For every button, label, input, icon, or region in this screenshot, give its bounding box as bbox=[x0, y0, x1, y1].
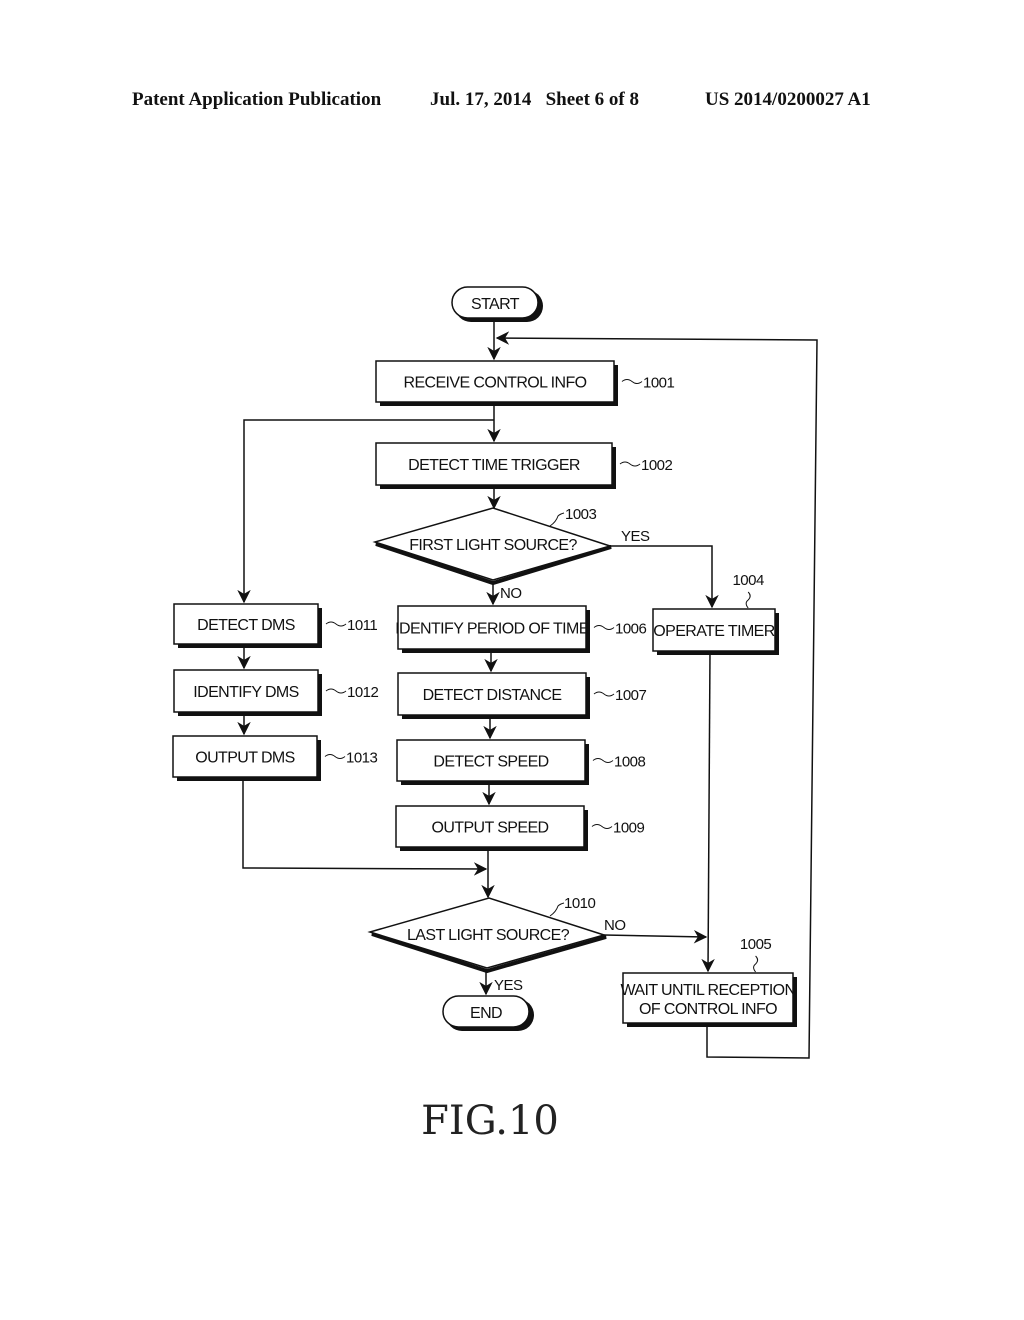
ref-1013: 1013 bbox=[346, 750, 378, 767]
process-box-1006-label: IDENTIFY PERIOD OF TIME bbox=[395, 621, 589, 638]
ref-1012: 1012 bbox=[347, 684, 379, 701]
leader-squiggle-1004 bbox=[745, 591, 751, 609]
decision-1003: FIRST LIGHT SOURCE? 1003 YES NO bbox=[372, 506, 651, 602]
process-box-1005-line1: WAIT UNTIL RECEPTION bbox=[621, 982, 796, 999]
ref-1005: 1005 bbox=[740, 936, 772, 953]
ref-1011: 1011 bbox=[347, 617, 377, 634]
leader-tilde-1007 bbox=[593, 691, 615, 697]
ref-1006: 1006 bbox=[615, 621, 647, 638]
decision-1010-label: LAST LIGHT SOURCE? bbox=[407, 927, 570, 944]
start-terminal: START bbox=[451, 286, 543, 322]
process-box-1006: IDENTIFY PERIOD OF TIME 1006 bbox=[395, 605, 647, 653]
decision-1010-no: NO bbox=[604, 917, 626, 934]
ref-1007: 1007 bbox=[615, 687, 647, 704]
process-box-1012-label: IDENTIFY DMS bbox=[193, 684, 298, 701]
leader-tilde-1011 bbox=[325, 621, 347, 627]
ref-1010: 1010 bbox=[564, 895, 596, 912]
process-box-1001-label: RECEIVE CONTROL INFO bbox=[404, 375, 587, 392]
decision-1010: LAST LIGHT SOURCE? 1010 NO YES bbox=[367, 895, 626, 994]
process-box-1004-label: OPERATE TIMER bbox=[653, 623, 774, 640]
leader-tilde-1006 bbox=[593, 625, 615, 630]
process-box-1013: OUTPUT DMS 1013 bbox=[172, 735, 378, 781]
connector-1010-1005 bbox=[603, 930, 708, 944]
process-box-1004: OPERATE TIMER 1004 bbox=[652, 572, 779, 655]
process-box-1008: DETECT SPEED 1008 bbox=[396, 739, 646, 785]
decision-1003-yes: YES bbox=[621, 528, 650, 545]
ref-1004: 1004 bbox=[732, 572, 764, 589]
leader-tilde-1008 bbox=[592, 758, 614, 763]
leader-squiggle-1005 bbox=[753, 955, 759, 973]
process-box-1002-label: DETECT TIME TRIGGER bbox=[408, 457, 580, 474]
process-box-1005-line2: OF CONTROL INFO bbox=[639, 1001, 777, 1018]
leader-tilde-1001 bbox=[621, 379, 643, 384]
leader-tilde-1013 bbox=[324, 754, 346, 759]
start-label: START bbox=[471, 296, 520, 313]
process-box-1012: IDENTIFY DMS 1012 bbox=[173, 669, 379, 716]
process-box-1007: DETECT DISTANCE 1007 bbox=[397, 672, 647, 719]
end-terminal: END bbox=[442, 995, 534, 1031]
process-box-1008-label: DETECT SPEED bbox=[433, 754, 548, 771]
process-box-1011: DETECT DMS 1011 bbox=[173, 603, 378, 648]
process-box-1007-label: DETECT DISTANCE bbox=[423, 687, 562, 704]
leader-tilde-1002 bbox=[619, 461, 641, 467]
decision-1003-no: NO bbox=[500, 585, 522, 602]
connector-1003-1004 bbox=[610, 545, 719, 609]
process-box-1001: RECEIVE CONTROL INFO 1001 bbox=[375, 360, 675, 406]
ref-1003: 1003 bbox=[565, 506, 597, 523]
process-box-1002: DETECT TIME TRIGGER 1002 bbox=[375, 442, 673, 489]
ref-1008: 1008 bbox=[614, 754, 646, 771]
decision-1003-label: FIRST LIGHT SOURCE? bbox=[409, 537, 577, 554]
decision-1010-yes: YES bbox=[494, 977, 523, 994]
leader-tilde-1012 bbox=[325, 688, 347, 694]
ref-1001: 1001 bbox=[643, 375, 675, 392]
process-box-1011-label: DETECT DMS bbox=[197, 617, 295, 634]
process-box-1009-label: OUTPUT SPEED bbox=[432, 820, 549, 837]
process-box-1013-label: OUTPUT DMS bbox=[195, 750, 295, 767]
connector-1004-1005 bbox=[701, 651, 715, 973]
process-box-1009: OUTPUT SPEED 1009 bbox=[395, 805, 645, 851]
ref-1002: 1002 bbox=[641, 457, 673, 474]
figure-label: FIG.10 bbox=[421, 1098, 559, 1144]
end-label: END bbox=[470, 1005, 502, 1022]
ref-1009: 1009 bbox=[613, 820, 645, 837]
leader-tilde-1009 bbox=[591, 824, 613, 829]
